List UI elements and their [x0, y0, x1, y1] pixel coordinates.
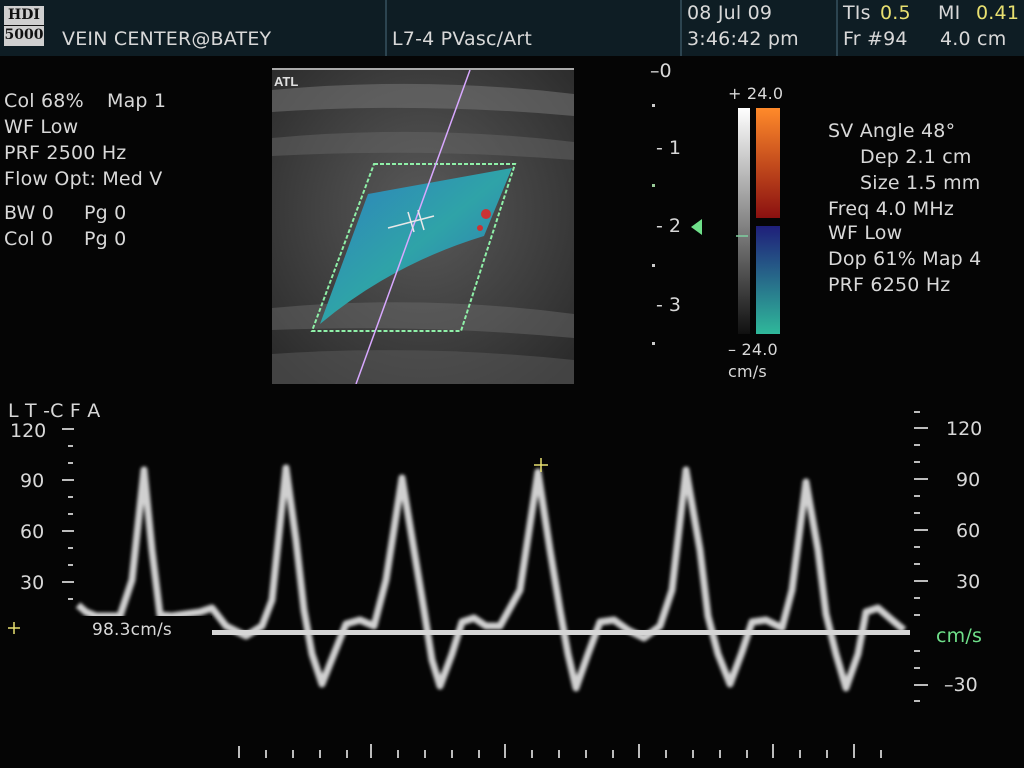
sv-angle: SV Angle 48° — [828, 120, 956, 142]
b-mode-image: ATL — [272, 68, 574, 384]
depth-minor-tick — [652, 104, 655, 107]
right-scale-120: 120 — [946, 418, 983, 440]
time-tick — [370, 744, 372, 758]
depth-minor-tick — [652, 184, 655, 187]
pg-setting: Pg 0 — [84, 202, 127, 224]
flow-speckle — [481, 209, 491, 219]
depth-mark-1: - 1 — [656, 137, 681, 159]
tis-value: 0.5 — [880, 2, 911, 24]
time-tick — [692, 750, 694, 758]
baseline-cursor[interactable] — [8, 622, 20, 634]
col-setting: Col 0 — [4, 228, 54, 250]
flow-optimization: Flow Opt: Med V — [4, 168, 163, 190]
institution-name: VEIN CENTER@BATEY — [62, 28, 272, 50]
left-scale-tick — [62, 428, 74, 430]
bw-setting: BW 0 — [4, 202, 55, 224]
header-divider — [836, 0, 838, 56]
atl-label: ATL — [274, 74, 298, 89]
logo-bottom-text: 5000 — [4, 27, 44, 43]
exam-date: 08 Jul 09 — [687, 2, 773, 24]
header-divider — [385, 0, 387, 56]
time-tick — [799, 750, 801, 758]
time-tick — [853, 744, 855, 758]
depth-minor-tick — [652, 342, 655, 345]
time-tick — [772, 744, 774, 758]
transducer-label: L7-4 PVasc/Art — [392, 28, 533, 50]
focus-marker-icon[interactable] — [690, 218, 704, 236]
mi-label: MI — [938, 2, 961, 24]
time-tick — [665, 750, 667, 758]
color-scale-bar — [736, 108, 780, 334]
depth-mark-3: - 3 — [656, 294, 681, 316]
time-tick — [880, 750, 882, 758]
time-tick — [826, 750, 828, 758]
frame-number: Fr #94 — [843, 28, 908, 50]
depth-mark-0: –0 — [650, 60, 672, 82]
sv-depth: Dep 2.1 cm — [860, 146, 972, 168]
hdi-logo: HDI 5000 — [4, 6, 44, 46]
time-tick — [346, 750, 348, 758]
depth-minor-tick — [652, 264, 655, 267]
color-map: Map 1 — [107, 90, 167, 112]
time-tick — [531, 750, 533, 758]
time-tick — [478, 750, 480, 758]
time-tick — [746, 750, 748, 758]
right-scale-tick — [914, 427, 928, 429]
time-tick — [558, 750, 560, 758]
mi-value: 0.41 — [976, 2, 1020, 24]
display-depth: 4.0 cm — [940, 28, 1007, 50]
color-gain: Col 68% — [4, 90, 84, 112]
depth-mark-2: - 2 — [656, 215, 681, 237]
time-tick — [265, 750, 267, 758]
left-scale-120: 120 — [10, 420, 47, 442]
header-bar: HDI 5000 VEIN CENTER@BATEY L7-4 PVasc/Ar… — [0, 0, 1024, 56]
time-tick — [292, 750, 294, 758]
baseline — [212, 630, 910, 635]
doppler-frequency: Freq 4.0 MHz — [828, 198, 955, 220]
time-tick — [504, 744, 506, 758]
tis-label: TIs — [843, 2, 871, 24]
doppler-prf: PRF 6250 Hz — [828, 274, 951, 296]
logo-top-text: HDI — [4, 6, 44, 26]
doppler-gain-map: Dop 61% Map 4 — [828, 248, 982, 270]
color-scale-bottom: – 24.0 — [728, 340, 778, 359]
spectral-waveform — [8, 458, 910, 692]
color-scale-top: + 24.0 — [728, 84, 784, 103]
time-tick — [451, 750, 453, 758]
time-axis — [220, 742, 910, 762]
time-tick — [319, 750, 321, 758]
color-scale-unit: cm/s — [728, 362, 767, 381]
image-top-edge — [272, 68, 574, 70]
time-tick — [638, 744, 640, 758]
time-tick — [612, 750, 614, 758]
flow-speckle — [477, 225, 483, 231]
vessel-label: L T -C F A — [8, 400, 101, 422]
doppler-spectrum — [75, 464, 907, 692]
time-tick — [238, 746, 240, 758]
doppler-wall-filter: WF Low — [828, 222, 903, 244]
velocity-measurement: 98.3cm/s — [92, 620, 172, 640]
time-tick — [719, 750, 721, 758]
color-prf: PRF 2500 Hz — [4, 142, 127, 164]
time-tick — [585, 750, 587, 758]
wall-filter: WF Low — [4, 116, 79, 138]
right-scale-minor-tick — [914, 411, 920, 413]
time-tick — [397, 750, 399, 758]
exam-time: 3:46:42 pm — [687, 28, 799, 50]
time-tick — [424, 750, 426, 758]
sv-size: Size 1.5 mm — [860, 172, 981, 194]
header-divider — [680, 0, 682, 56]
pg-setting: Pg 0 — [84, 228, 127, 250]
